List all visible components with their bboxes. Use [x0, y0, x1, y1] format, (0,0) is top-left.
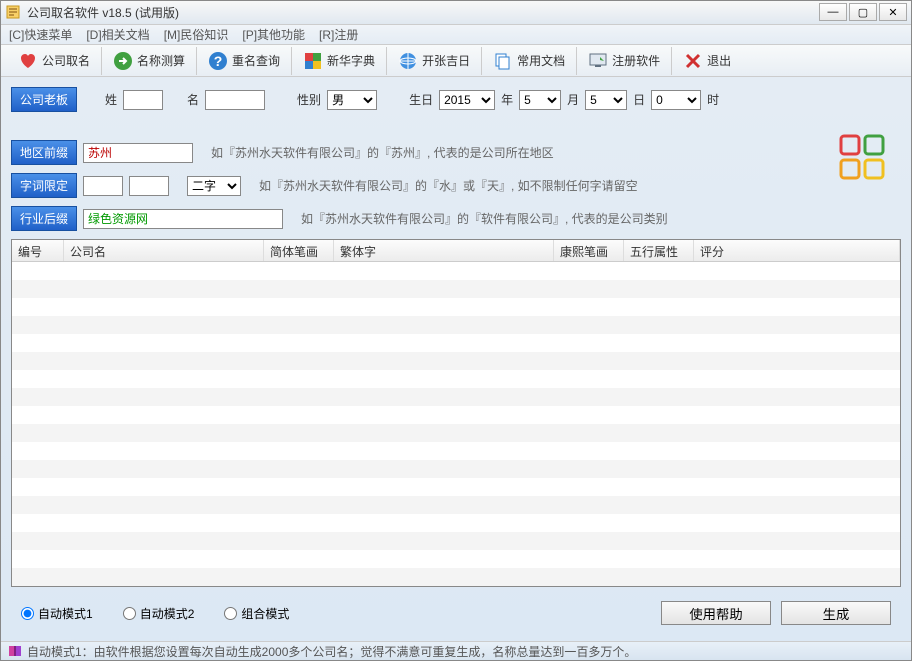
results-table: 编号 公司名 简体笔画 繁体字 康熙笔画 五行属性 评分 [11, 239, 901, 587]
col-simp-strokes[interactable]: 简体笔画 [264, 240, 334, 261]
tool-duplicate-query[interactable]: ? 重名查询 [199, 47, 289, 75]
tool-register[interactable]: 注册软件 [579, 47, 669, 75]
industry-suffix-button[interactable]: 行业后缀 [11, 206, 77, 231]
generate-button[interactable]: 生成 [781, 601, 891, 625]
hour-select[interactable]: 0 [651, 90, 701, 110]
col-score[interactable]: 评分 [694, 240, 900, 261]
tool-lucky-date[interactable]: 开张吉日 [389, 47, 479, 75]
month-select[interactable]: 5 [519, 90, 561, 110]
statusbar: 自动模式1：由软件根据您设置每次自动生成2000多个公司名；觉得不满意可重复生成… [1, 641, 911, 660]
boss-button[interactable]: 公司老板 [11, 87, 77, 112]
content-area: 公司老板 姓 名 性别 男 生日 2015 年 5 月 5 日 0 时 地区前缀 [1, 77, 911, 641]
firstname-label: 名 [187, 91, 199, 108]
heart-icon [18, 51, 38, 71]
table-header: 编号 公司名 简体笔画 繁体字 康熙笔画 五行属性 评分 [12, 240, 900, 262]
tool-docs[interactable]: 常用文档 [484, 47, 574, 75]
menu-folk[interactable]: [M]民俗知识 [164, 26, 229, 43]
word-count-select[interactable]: 二字 [187, 176, 241, 196]
toolbar: 公司取名 名称测算 ? 重名查询 新华字典 开张吉日 常用文档 注 [1, 45, 911, 77]
col-kangxi[interactable]: 康熙笔画 [554, 240, 624, 261]
globe-icon [398, 51, 418, 71]
status-text: 自动模式1：由软件根据您设置每次自动生成2000多个公司名；觉得不满意可重复生成… [27, 643, 636, 660]
birth-label: 生日 [409, 91, 433, 108]
region-prefix-button[interactable]: 地区前缀 [11, 140, 77, 165]
menu-other[interactable]: [P]其他功能 [242, 26, 305, 43]
close-button[interactable]: ✕ [879, 3, 907, 21]
industry-hint: 如『苏州水天软件有限公司』的『软件有限公司』, 代表的是公司类别 [301, 210, 668, 227]
mode1-radio[interactable]: 自动模式1 [21, 605, 93, 622]
flag-icon [303, 51, 323, 71]
question-icon: ? [208, 51, 228, 71]
arrow-icon [113, 51, 133, 71]
window-title: 公司取名软件 v18.5 (试用版) [27, 4, 819, 21]
tool-exit[interactable]: 退出 [674, 47, 740, 75]
region-input[interactable] [83, 143, 193, 163]
mode-row: 自动模式1 自动模式2 组合模式 使用帮助 生成 [11, 595, 901, 631]
col-id[interactable]: 编号 [12, 240, 64, 261]
tool-dictionary[interactable]: 新华字典 [294, 47, 384, 75]
tool-name-test[interactable]: 名称测算 [104, 47, 194, 75]
word-hint: 如『苏州水天软件有限公司』的『水』或『天』, 如不限制任何字请留空 [259, 177, 638, 194]
menu-docs[interactable]: [D]相关文档 [86, 26, 149, 43]
day-select[interactable]: 5 [585, 90, 627, 110]
col-name[interactable]: 公司名 [64, 240, 264, 261]
tool-company-naming[interactable]: 公司取名 [9, 47, 99, 75]
monitor-icon [588, 51, 608, 71]
office-logo-icon [837, 132, 887, 182]
menu-quick[interactable]: [C]快速菜单 [9, 26, 72, 43]
surname-input[interactable] [123, 90, 163, 110]
copy-icon [493, 51, 513, 71]
col-trad[interactable]: 繁体字 [334, 240, 554, 261]
titlebar: 公司取名软件 v18.5 (试用版) — ▢ ✕ [1, 1, 911, 25]
window-controls: — ▢ ✕ [819, 3, 907, 21]
gender-label: 性别 [297, 91, 321, 108]
minimize-button[interactable]: — [819, 3, 847, 21]
mode3-radio[interactable]: 组合模式 [224, 605, 289, 622]
word2-input[interactable] [129, 176, 169, 196]
year-select[interactable]: 2015 [439, 90, 495, 110]
firstname-input[interactable] [205, 90, 265, 110]
menu-register[interactable]: [R]注册 [319, 26, 358, 43]
word1-input[interactable] [83, 176, 123, 196]
word-limit-button[interactable]: 字词限定 [11, 173, 77, 198]
x-icon [683, 51, 703, 71]
col-wuxing[interactable]: 五行属性 [624, 240, 694, 261]
book-icon [7, 643, 23, 659]
industry-input[interactable] [83, 209, 283, 229]
gender-select[interactable]: 男 [327, 90, 377, 110]
menubar: [C]快速菜单 [D]相关文档 [M]民俗知识 [P]其他功能 [R]注册 [1, 25, 911, 45]
maximize-button[interactable]: ▢ [849, 3, 877, 21]
svg-text:?: ? [214, 53, 223, 69]
mode2-radio[interactable]: 自动模式2 [123, 605, 195, 622]
app-icon [5, 4, 21, 20]
table-body[interactable] [12, 262, 900, 586]
help-button[interactable]: 使用帮助 [661, 601, 771, 625]
surname-label: 姓 [105, 91, 117, 108]
region-hint: 如『苏州水天软件有限公司』的『苏州』, 代表的是公司所在地区 [211, 144, 554, 161]
